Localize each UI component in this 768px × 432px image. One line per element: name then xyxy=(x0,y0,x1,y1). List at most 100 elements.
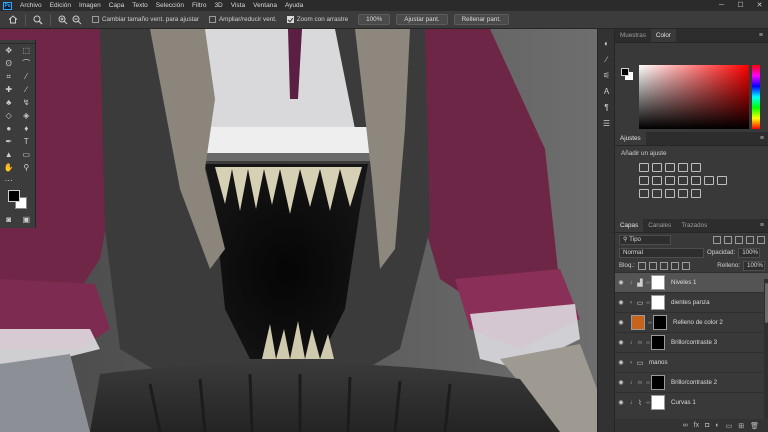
layer-name[interactable]: manos xyxy=(649,359,668,366)
menu-3d[interactable]: 3D xyxy=(210,2,226,9)
panel-menu-icon[interactable]: ≡ xyxy=(759,29,763,42)
pen-tool-icon[interactable]: ✒ xyxy=(0,135,18,148)
document-canvas[interactable] xyxy=(0,29,597,432)
opacity-input[interactable]: 100% xyxy=(738,247,761,258)
group-arrow-icon[interactable]: › xyxy=(627,360,635,366)
healing-brush-tool-icon[interactable]: ✚ xyxy=(0,83,18,96)
exposure-icon[interactable] xyxy=(678,163,688,172)
color-panel-foreground-swatch[interactable] xyxy=(621,68,629,76)
menu-texto[interactable]: Texto xyxy=(128,2,152,9)
visibility-eye-icon[interactable]: ◉ xyxy=(615,279,627,286)
rectangle-tool-icon[interactable]: ▭ xyxy=(18,148,36,161)
color-lookup-icon[interactable] xyxy=(717,176,727,185)
color-field[interactable] xyxy=(639,65,749,129)
link-layers-icon[interactable]: ∞ xyxy=(683,422,688,429)
lasso-tool-icon[interactable]: ʘ xyxy=(0,57,18,70)
visibility-eye-icon[interactable]: ◉ xyxy=(615,379,627,386)
zoom-all-windows-checkbox[interactable] xyxy=(208,16,216,23)
crop-tool-icon[interactable]: ⌗ xyxy=(0,70,18,83)
quick-mask-icon[interactable]: ◙ xyxy=(0,213,18,226)
lock-all-icon[interactable] xyxy=(681,261,690,270)
layer-row-dientes-panza[interactable]: ◉ › ▭ ∞ dientes panza xyxy=(615,292,768,312)
layer-row-manos[interactable]: ◉ › ▭ manos xyxy=(615,352,768,372)
brush-settings-panel-icon[interactable]: ∕ xyxy=(598,51,615,67)
menu-ayuda[interactable]: Ayuda xyxy=(281,2,307,9)
visibility-eye-icon[interactable]: ◉ xyxy=(615,319,627,326)
blur-tool-icon[interactable]: ● xyxy=(0,122,18,135)
add-mask-icon[interactable]: ◘ xyxy=(705,422,709,429)
menu-imagen[interactable]: Imagen xyxy=(75,2,105,9)
menu-vista[interactable]: Vista xyxy=(227,2,249,9)
properties-panel-icon[interactable]: ⚟ xyxy=(598,67,615,83)
gradient-map-icon[interactable] xyxy=(691,163,701,172)
group-arrow-icon[interactable]: › xyxy=(627,300,635,306)
foreground-color-swatch[interactable] xyxy=(8,190,20,202)
visibility-eye-icon[interactable]: ◉ xyxy=(615,339,627,346)
maximize-icon[interactable]: ☐ xyxy=(736,1,745,10)
new-layer-icon[interactable]: ⊞ xyxy=(738,422,744,430)
lock-artboard-icon[interactable] xyxy=(670,261,679,270)
zoom-in-icon[interactable] xyxy=(56,13,70,27)
visibility-eye-icon[interactable]: ◉ xyxy=(615,299,627,306)
history-brush-tool-icon[interactable]: ↯ xyxy=(18,96,36,109)
visibility-eye-icon[interactable]: ◉ xyxy=(615,399,627,406)
layer-name[interactable]: Brillo/contraste 2 xyxy=(671,379,717,386)
levels-icon[interactable] xyxy=(652,163,662,172)
dodge-tool-icon[interactable]: ♦ xyxy=(18,122,36,135)
fit-screen-button[interactable]: Ajustar pant. xyxy=(396,14,448,25)
layer-mask-thumbnail[interactable] xyxy=(653,315,667,330)
layer-mask-thumbnail[interactable] xyxy=(651,335,665,350)
layer-mask-thumbnail[interactable] xyxy=(651,395,665,410)
tab-swatches[interactable]: Muestras xyxy=(615,29,651,42)
tab-color[interactable]: Color xyxy=(650,29,676,42)
layer-row-brillo-contraste-3[interactable]: ◉ ↓ ☼ ∞ Brillo/contraste 3 xyxy=(615,332,768,352)
visibility-eye-icon[interactable]: ◉ xyxy=(615,359,627,366)
type-tool-icon[interactable]: T xyxy=(18,135,36,148)
threshold-icon[interactable] xyxy=(665,189,675,198)
selective-color-icon[interactable] xyxy=(678,189,688,198)
blend-mode-select[interactable]: Normal xyxy=(619,247,704,258)
layer-name[interactable]: Niveles 1 xyxy=(671,279,696,286)
quick-select-tool-icon[interactable]: ⌒ xyxy=(18,57,36,70)
lock-transparent-icon[interactable] xyxy=(637,261,646,270)
menu-capa[interactable]: Capa xyxy=(105,2,129,9)
paragraph-panel-icon[interactable]: ¶ xyxy=(598,99,615,115)
layer-row-relleno-color-2[interactable]: ◉ ∞ Relleno de color 2 xyxy=(615,312,768,332)
layer-name[interactable]: dientes panza xyxy=(671,299,710,306)
menu-seleccion[interactable]: Selección xyxy=(152,2,188,9)
filter-pixel-icon[interactable] xyxy=(713,235,721,244)
new-group-icon[interactable]: ▭ xyxy=(726,422,733,430)
tab-layers[interactable]: Capas xyxy=(615,219,644,232)
zoom-100-button[interactable]: 100% xyxy=(358,14,391,25)
character-panel-icon[interactable]: A xyxy=(598,83,615,99)
path-selection-tool-icon[interactable]: ▲ xyxy=(0,148,18,161)
posterize-icon[interactable] xyxy=(652,189,662,198)
scrubby-zoom-checkbox[interactable] xyxy=(286,16,294,23)
layer-name[interactable]: Curvas 1 xyxy=(671,399,696,406)
layer-filter-kind-select[interactable]: ⚲ Tipo xyxy=(619,234,671,245)
menu-filtro[interactable]: Filtro xyxy=(188,2,210,9)
lock-pixels-icon[interactable] xyxy=(648,261,657,270)
menu-archivo[interactable]: Archivo xyxy=(16,2,46,9)
filter-shape-icon[interactable] xyxy=(746,235,754,244)
home-icon[interactable] xyxy=(6,13,20,27)
photo-filter-icon[interactable] xyxy=(691,176,701,185)
black-white-icon[interactable] xyxy=(678,176,688,185)
channel-mixer-icon[interactable] xyxy=(704,176,714,185)
delete-layer-icon[interactable]: 🗑 xyxy=(750,422,759,430)
layer-mask-thumbnail[interactable] xyxy=(651,375,665,390)
layer-name[interactable]: Brillo/contraste 3 xyxy=(671,339,717,346)
fill-color-thumbnail[interactable] xyxy=(631,315,645,330)
zoom-out-icon[interactable] xyxy=(70,13,84,27)
screen-mode-icon[interactable]: ▣ xyxy=(18,213,36,226)
panel-menu-icon[interactable]: ≡ xyxy=(760,132,764,145)
brush-tool-icon[interactable]: ∕ xyxy=(18,83,36,96)
tab-adjustments[interactable]: Ajustes xyxy=(615,132,646,145)
new-adjustment-icon[interactable]: ◐ xyxy=(715,422,719,429)
menu-edicion[interactable]: Edición xyxy=(46,2,75,9)
eyedropper-tool-icon[interactable]: ⁄ xyxy=(18,70,36,83)
minimize-icon[interactable]: ─ xyxy=(717,1,726,10)
resize-windows-checkbox[interactable] xyxy=(92,16,99,23)
zoom-tool-side-icon[interactable]: ⚲ xyxy=(18,161,36,174)
brightness-contrast-icon[interactable] xyxy=(639,163,649,172)
